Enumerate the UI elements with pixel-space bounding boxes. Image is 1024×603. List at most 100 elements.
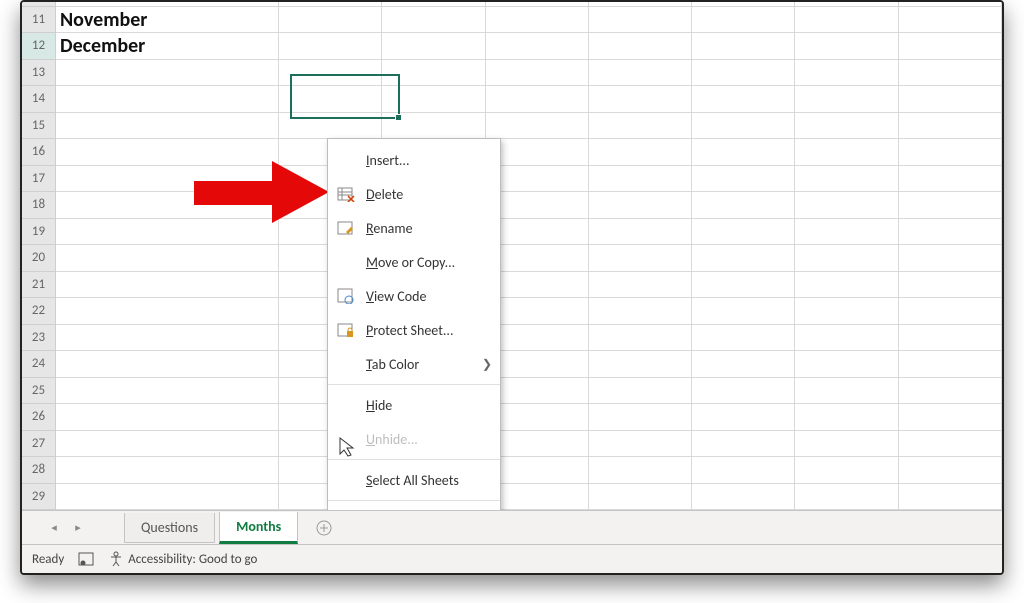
row-header[interactable]: 25 [22,378,56,405]
cell[interactable] [692,325,795,351]
grid-row[interactable] [56,404,1002,431]
grid-row[interactable] [56,298,1002,325]
cell[interactable] [899,192,1002,218]
menu-hide[interactable]: Hide [328,388,500,422]
cell[interactable] [56,457,279,483]
cell[interactable] [486,431,589,457]
cell[interactable] [486,272,589,298]
cell[interactable] [589,113,692,139]
row-header[interactable]: 11 [22,7,56,34]
grid-row[interactable] [56,325,1002,352]
cell[interactable] [56,139,279,165]
cell[interactable] [795,166,898,192]
sheet-nav-prev[interactable]: ◂ [44,518,64,538]
cell[interactable] [692,457,795,483]
cell[interactable] [382,33,485,59]
menu-move-copy[interactable]: Move or Copy... [328,245,500,279]
cell[interactable] [899,219,1002,245]
cell[interactable] [899,60,1002,86]
cell[interactable] [486,166,589,192]
cell[interactable] [486,484,589,510]
cell[interactable] [589,7,692,33]
cell[interactable] [589,457,692,483]
grid-row[interactable]: December [56,33,1002,60]
grid-row[interactable] [56,457,1002,484]
cell[interactable] [795,298,898,324]
cell[interactable] [899,113,1002,139]
spreadsheet-grid[interactable]: 1011121314151617181920212223242526272829… [22,2,1002,510]
row-header[interactable]: 15 [22,113,56,140]
cell[interactable] [56,113,279,139]
cell[interactable] [56,272,279,298]
cell[interactable] [692,351,795,377]
row-header[interactable]: 26 [22,404,56,431]
cell[interactable] [279,2,382,6]
cell[interactable]: October [56,2,279,6]
row-header[interactable]: 20 [22,245,56,272]
cell[interactable]: December [56,33,279,59]
cell[interactable] [795,192,898,218]
cell[interactable] [279,33,382,59]
cell[interactable] [795,86,898,112]
cell[interactable] [56,60,279,86]
cell[interactable] [692,7,795,33]
cell[interactable] [589,33,692,59]
cell[interactable] [899,457,1002,483]
cell[interactable] [589,404,692,430]
menu-delete[interactable]: Delete [328,177,500,211]
grid-row[interactable] [56,86,1002,113]
cell[interactable] [899,325,1002,351]
cell[interactable] [795,484,898,510]
cell[interactable] [56,325,279,351]
grid-row[interactable] [56,351,1002,378]
cell[interactable] [589,378,692,404]
menu-select-all-sheets[interactable]: Select All Sheets [328,463,500,497]
cell[interactable] [589,166,692,192]
macro-recorder-icon[interactable] [78,552,95,567]
cell[interactable] [692,60,795,86]
grid-row[interactable] [56,245,1002,272]
cell[interactable] [486,139,589,165]
row-header[interactable]: 22 [22,298,56,325]
grid-row[interactable] [56,431,1002,458]
cell[interactable] [56,86,279,112]
grid-row[interactable] [56,378,1002,405]
grid-row[interactable]: November [56,7,1002,34]
cell[interactable] [899,298,1002,324]
row-header[interactable]: 27 [22,431,56,458]
cell[interactable] [56,351,279,377]
menu-protect-sheet[interactable]: Protect Sheet... [328,313,500,347]
cell[interactable] [795,431,898,457]
menu-tab-color[interactable]: Tab Color ❯ [328,347,500,381]
cell[interactable] [589,298,692,324]
cell[interactable] [795,351,898,377]
cell[interactable] [589,325,692,351]
cell[interactable] [56,166,279,192]
grid-row[interactable] [56,139,1002,166]
cell[interactable] [589,272,692,298]
cell[interactable] [899,378,1002,404]
cell[interactable] [899,404,1002,430]
cell[interactable] [795,325,898,351]
cell[interactable] [56,298,279,324]
row-header[interactable]: 29 [22,484,56,511]
grid-row[interactable] [56,192,1002,219]
cell[interactable] [589,60,692,86]
cell[interactable] [589,351,692,377]
cell[interactable] [486,192,589,218]
cell[interactable] [899,245,1002,271]
cell[interactable] [692,139,795,165]
cell[interactable] [795,245,898,271]
cell[interactable] [795,219,898,245]
cell[interactable] [899,33,1002,59]
row-header[interactable]: 17 [22,166,56,193]
row-header[interactable]: 24 [22,351,56,378]
cell[interactable] [56,219,279,245]
cell[interactable] [486,113,589,139]
cell[interactable] [795,2,898,6]
menu-view-code[interactable]: View Code [328,279,500,313]
cell[interactable] [589,219,692,245]
row-header[interactable]: 13 [22,60,56,87]
cell[interactable] [795,378,898,404]
cell[interactable] [899,86,1002,112]
